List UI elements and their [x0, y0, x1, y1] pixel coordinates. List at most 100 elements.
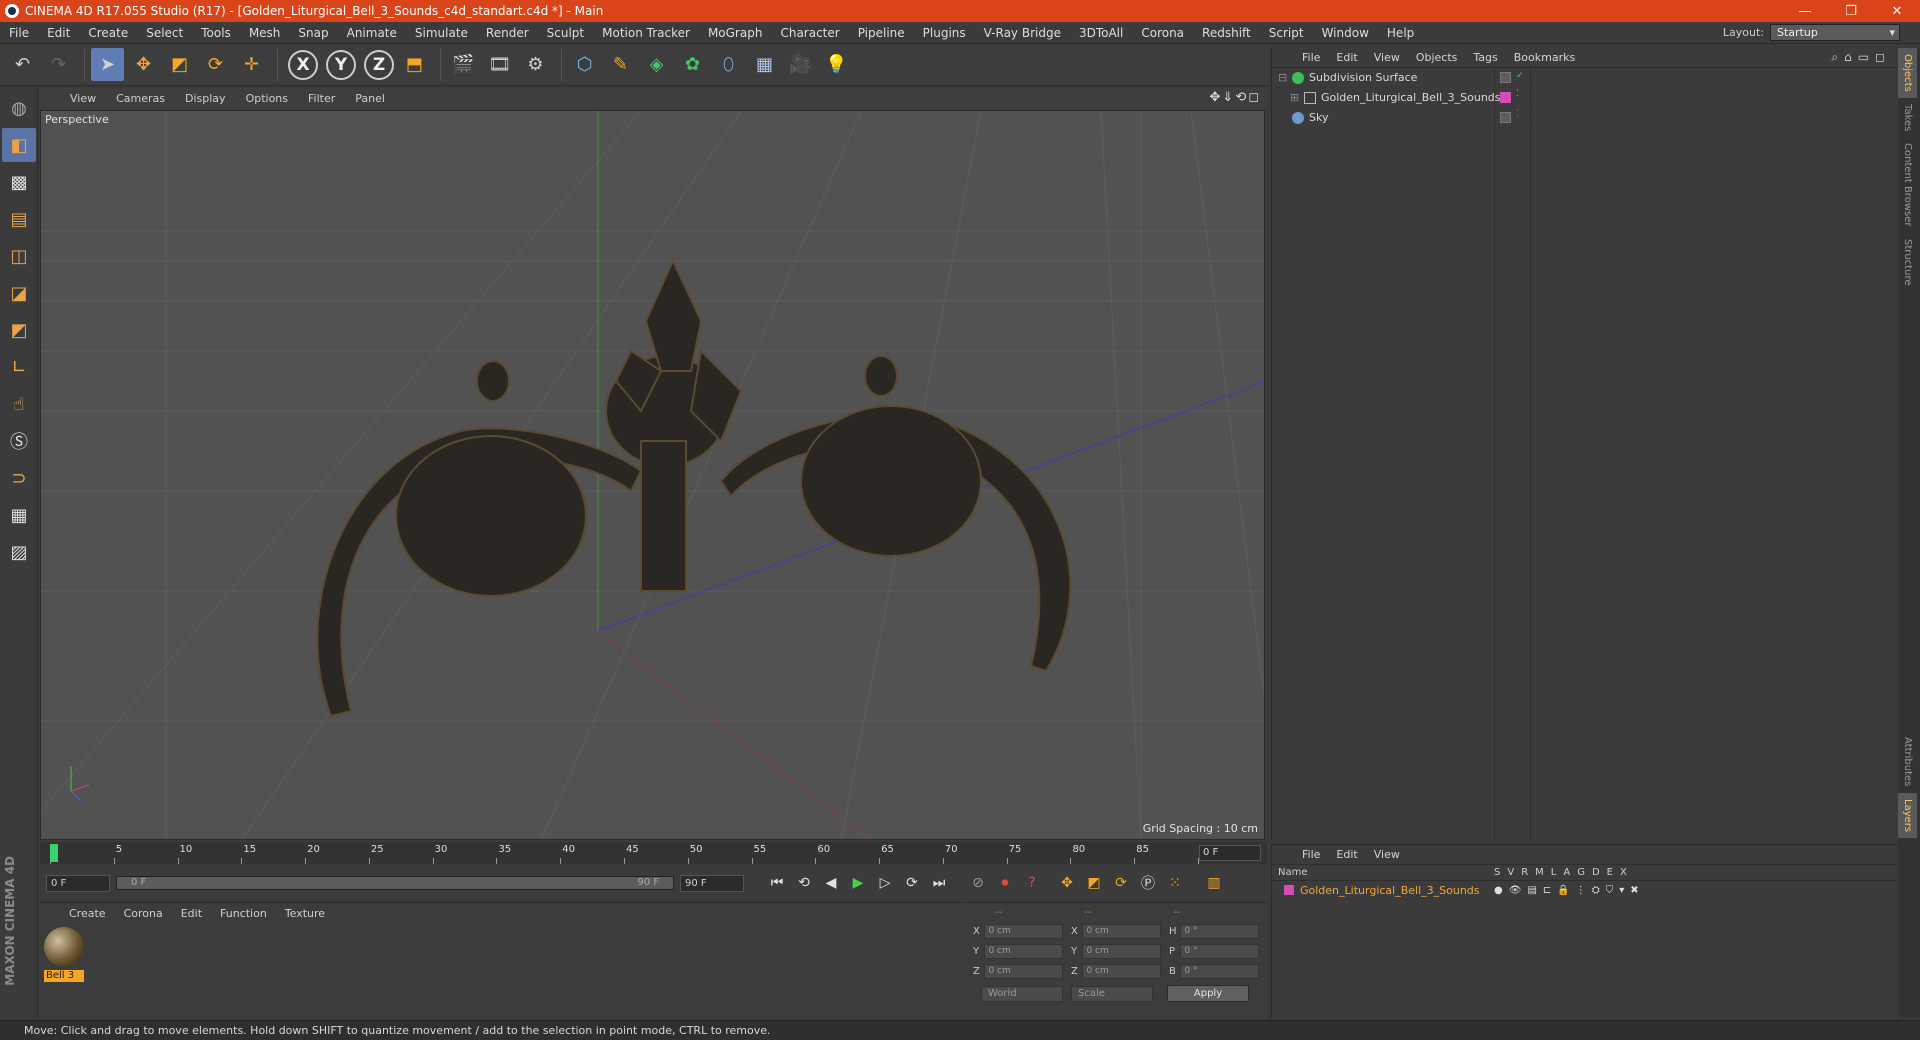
viewport-menu-item[interactable]: Filter [298, 92, 345, 105]
tab-content-browser[interactable]: Content Browser [1898, 137, 1917, 232]
menu-render[interactable]: Render [477, 26, 538, 40]
next-key-icon[interactable]: ⟳ [900, 871, 924, 895]
menu-select[interactable]: Select [137, 26, 192, 40]
enabled-check-icon[interactable]: ✓ [1516, 71, 1524, 81]
key-scale-icon[interactable]: ◩ [1082, 871, 1106, 895]
viewport-menu-item[interactable]: Display [175, 92, 236, 105]
render-picture-viewer-icon[interactable]: 🎞 [483, 48, 516, 81]
menu-create[interactable]: Create [79, 26, 137, 40]
object-row-golden-liturgical-bell[interactable]: ⊞ Golden_Liturgical_Bell_3_Sounds ⁚ [1272, 88, 1897, 108]
viewport-menu-item[interactable]: Options [236, 92, 298, 105]
play-icon[interactable]: ▶ [846, 871, 870, 895]
size-field[interactable]: 0 cm [1082, 963, 1161, 979]
layout-dropdown[interactable]: Startup [1770, 24, 1900, 41]
polygons-mode-icon[interactable]: ◩ [2, 313, 36, 347]
tab-objects[interactable]: Objects [1898, 48, 1917, 98]
object-menu-item[interactable]: Objects [1408, 51, 1466, 64]
next-frame-icon[interactable]: ▷ [873, 871, 897, 895]
layer-color-swatch[interactable] [1500, 92, 1511, 103]
tab-takes[interactable]: Takes [1898, 98, 1917, 137]
material-menu-item[interactable]: Corona [115, 907, 172, 920]
perspective-viewport[interactable]: Perspective Grid Spacing : 10 cm [40, 110, 1265, 840]
menu-script[interactable]: Script [1260, 26, 1313, 40]
go-to-end-icon[interactable]: ⏭ [927, 871, 951, 895]
solo-icon[interactable]: ● [1494, 885, 1503, 896]
key-position-icon[interactable]: ✥ [1055, 871, 1079, 895]
menu-help[interactable]: Help [1378, 26, 1423, 40]
cube-object-icon[interactable]: ⬡ [568, 48, 601, 81]
layer-menu-item[interactable]: Edit [1328, 848, 1365, 861]
enable-quantize-icon[interactable]: ▨ [2, 535, 36, 569]
undo-icon[interactable]: ↶ [6, 48, 39, 81]
end-frame-field[interactable]: 90 F [680, 874, 744, 892]
camera-icon[interactable]: 🎥 [784, 48, 817, 81]
size-field[interactable]: 0 cm [1082, 943, 1161, 959]
material-swatch[interactable]: Bell 3 [44, 927, 84, 982]
menu-redshift[interactable]: Redshift [1193, 26, 1260, 40]
subdivision-generator-icon[interactable]: ◈ [640, 48, 673, 81]
layer-menu-item[interactable]: View [1366, 848, 1408, 861]
expression-icon[interactable]: ▾ [1619, 885, 1624, 896]
workplane-lock-icon[interactable]: ▦ [2, 498, 36, 532]
menu-corona[interactable]: Corona [1132, 26, 1193, 40]
close-icon[interactable]: ✕ [1874, 4, 1920, 19]
select-arrow-icon[interactable]: ➤ [91, 48, 124, 81]
tab-layers[interactable]: Layers [1898, 792, 1917, 838]
menu-edit[interactable]: Edit [38, 26, 79, 40]
y-axis-lock-button[interactable]: Y [326, 49, 356, 80]
object-menu-item[interactable]: File [1294, 51, 1328, 64]
go-to-start-icon[interactable]: ⏮ [765, 871, 789, 895]
key-rotation-icon[interactable]: ⟳ [1109, 871, 1133, 895]
generator-icon[interactable]: ⛭ [1592, 885, 1600, 896]
playhead[interactable] [50, 844, 58, 862]
snapping-icon[interactable]: ⊃ [2, 461, 36, 495]
deformer-icon[interactable]: ⬯ [712, 48, 745, 81]
menu-sculpt[interactable]: Sculpt [538, 26, 593, 40]
material-menu-item[interactable]: Create [60, 907, 115, 920]
xref-icon[interactable]: ✖ [1630, 885, 1638, 896]
light-icon[interactable]: 💡 [820, 48, 853, 81]
previous-frame-icon[interactable]: ◀ [819, 871, 843, 895]
timeline-window-icon[interactable]: ▥ [1202, 871, 1226, 895]
pen-spline-icon[interactable]: ✎ [604, 48, 637, 81]
menu-v-ray-bridge[interactable]: V-Ray Bridge [975, 26, 1070, 40]
coordinate-mode-dropdown[interactable]: Scale [1071, 985, 1153, 1002]
coordinate-system-icon[interactable]: ⬒ [398, 48, 431, 81]
key-pla-icon[interactable]: ⁙ [1163, 871, 1187, 895]
record-keys-icon[interactable]: ⏺ [993, 871, 1017, 895]
object-row-subdivision-surface[interactable]: ⊟ Subdivision Surface ✓ [1272, 68, 1897, 88]
model-mode-icon[interactable]: ◧ [2, 128, 36, 162]
render-settings-icon[interactable]: ⚙ [519, 48, 552, 81]
manager-icon[interactable]: ⊏ [1543, 885, 1551, 896]
live-selection-icon[interactable]: ✛ [235, 48, 268, 81]
menu-file[interactable]: File [0, 26, 38, 40]
rotation-field[interactable]: 0 ° [1180, 943, 1259, 959]
edges-mode-icon[interactable]: ◪ [2, 276, 36, 310]
material-menu-item[interactable]: Texture [276, 907, 334, 920]
texture-mode-icon[interactable]: ▩ [2, 165, 36, 199]
menu-window[interactable]: Window [1313, 26, 1378, 40]
axis-mode-icon[interactable]: ∟ [2, 350, 36, 384]
autokey-icon[interactable]: ? [1020, 871, 1044, 895]
menu-mesh[interactable]: Mesh [240, 26, 290, 40]
timeline-ruler[interactable]: 051015202530354045505560657075808590 0 F [40, 842, 1267, 864]
redo-icon[interactable]: ↷ [42, 48, 75, 81]
x-axis-lock-button[interactable]: X [288, 49, 318, 80]
menu-animate[interactable]: Animate [338, 26, 406, 40]
rotation-field[interactable]: 0 ° [1180, 923, 1259, 939]
menu-mograph[interactable]: MoGraph [699, 26, 772, 40]
render-icon[interactable]: ▤ [1527, 885, 1536, 896]
render-view-icon[interactable]: 🎬 [447, 48, 480, 81]
rotation-field[interactable]: 0 ° [1180, 963, 1259, 979]
viewport-navigation-icons[interactable]: ✥⇓⟲◻ [1210, 90, 1261, 105]
rotate-tool-icon[interactable]: ⟳ [199, 48, 232, 81]
position-field[interactable]: 0 cm [984, 963, 1063, 979]
previous-key-icon[interactable]: ⟲ [792, 871, 816, 895]
menu-pipeline[interactable]: Pipeline [849, 26, 914, 40]
layer-row[interactable]: Golden_Liturgical_Bell_3_Sounds ● 👁 ▤ ⊏ … [1272, 881, 1897, 899]
lock-icon[interactable]: 🔒 [1557, 885, 1569, 896]
material-menu-item[interactable]: Function [211, 907, 276, 920]
restore-icon[interactable]: ❐ [1828, 4, 1874, 19]
menu-character[interactable]: Character [771, 26, 848, 40]
tweak-mode-icon[interactable]: ☝ [2, 387, 36, 421]
